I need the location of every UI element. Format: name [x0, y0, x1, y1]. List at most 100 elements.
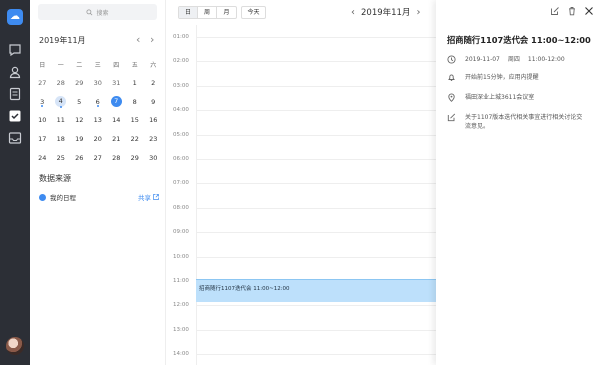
cloud-logo-icon[interactable]: ☁ — [7, 9, 23, 25]
day-number: 6 — [95, 97, 100, 106]
search-icon — [86, 8, 93, 15]
data-source-item[interactable]: 我的日程 共享 — [39, 192, 159, 202]
mini-calendar-day[interactable]: 24 — [33, 154, 52, 162]
notes-icon[interactable] — [8, 87, 22, 101]
mini-calendar-day[interactable]: 23 — [144, 135, 163, 143]
day-number: 26 — [75, 153, 84, 162]
share-button[interactable]: 共享 — [138, 192, 159, 202]
chevron-right-icon[interactable]: › — [150, 33, 154, 46]
edit-icon[interactable] — [550, 6, 560, 16]
mini-calendar-day[interactable]: 8 — [126, 98, 145, 106]
contacts-icon[interactable] — [8, 65, 22, 79]
hour-label: 01:00 — [173, 34, 189, 40]
weekday-label: 日 — [39, 61, 46, 69]
hour-row: 13:00 — [166, 318, 436, 342]
day-number: 15 — [130, 116, 139, 125]
mini-calendar-day[interactable]: 27 — [33, 79, 52, 87]
mini-calendar-title: 2019年11月 — [39, 36, 86, 45]
mini-calendar-day[interactable]: 2 — [144, 79, 163, 87]
hour-gridline — [196, 207, 436, 209]
day-number: 29 — [130, 153, 139, 162]
day-number: 9 — [151, 97, 156, 106]
inbox-icon[interactable] — [8, 131, 22, 145]
mini-calendar-day[interactable]: 30 — [89, 79, 108, 87]
calendar-check-icon[interactable] — [8, 109, 22, 123]
day-number: 25 — [56, 153, 65, 162]
mini-calendar-day[interactable]: 18 — [52, 135, 71, 143]
note-edit-icon — [447, 113, 456, 122]
day-number: 19 — [75, 135, 84, 144]
event-location-row: 福田深业上城3611会议室 — [447, 93, 595, 102]
mini-calendar-day[interactable]: 30 — [144, 154, 163, 162]
prev-period-icon[interactable]: ‹ — [351, 7, 355, 18]
hour-label: 02:00 — [173, 58, 189, 65]
close-icon[interactable] — [584, 6, 594, 16]
avatar[interactable] — [6, 337, 24, 355]
day-number: 3 — [40, 97, 45, 106]
event-note: 关于1107版本迭代相关事宜进行相关讨论交流意见。 — [465, 114, 583, 130]
mini-calendar-day[interactable]: 7 — [107, 96, 126, 108]
mini-calendar-day[interactable]: 25 — [52, 154, 71, 162]
delete-icon[interactable] — [567, 6, 577, 16]
mini-calendar-day[interactable]: 9 — [144, 98, 163, 106]
clock-icon — [447, 55, 456, 64]
mini-calendar-day[interactable]: 10 — [33, 116, 52, 124]
today-button[interactable]: 今天 — [241, 6, 266, 19]
mini-calendar-day[interactable]: 27 — [89, 154, 108, 162]
weekday-label: 二 — [76, 61, 83, 69]
hour-gridline — [196, 85, 436, 87]
search-placeholder: 搜索 — [96, 9, 109, 17]
hour-label: 06:00 — [173, 156, 189, 162]
mini-calendar-day[interactable]: 31 — [107, 79, 126, 87]
day-view-grid[interactable]: 01:00 02:00 03:00 04:00 05:00 06:00 07:00 08:00… — [166, 25, 436, 365]
day-number: 27 — [38, 79, 47, 88]
mini-calendar-day[interactable]: 20 — [89, 135, 108, 143]
mini-calendar-day[interactable]: 21 — [107, 135, 126, 143]
mini-calendar-day[interactable]: 17 — [33, 135, 52, 143]
hour-row: 04:00 — [166, 98, 436, 122]
hour-label: 05:00 — [173, 131, 189, 138]
period-navigator: ‹ 2019年11月 › — [351, 5, 420, 19]
mini-calendar-day[interactable]: 13 — [89, 116, 108, 124]
mini-calendar-day[interactable]: 28 — [52, 79, 71, 87]
mini-calendar-day[interactable]: 11 — [52, 116, 71, 124]
mini-calendar-week: 17 18 19 20 21 22 23 — [33, 130, 163, 149]
share-label: 共享 — [138, 194, 151, 202]
day-number: 28 — [112, 153, 121, 162]
mini-calendar-day[interactable]: 26 — [70, 154, 89, 162]
view-tab[interactable]: 月 — [217, 7, 236, 18]
mini-calendar-day[interactable]: 12 — [70, 116, 89, 124]
hour-row: 09:00 — [166, 220, 436, 244]
hour-row: 05:00 — [166, 123, 436, 147]
mini-calendar-day[interactable]: 22 — [126, 135, 145, 143]
mini-calendar-day[interactable]: 5 — [70, 98, 89, 106]
chevron-left-icon[interactable]: ‹ — [136, 33, 140, 46]
mini-calendar-day[interactable]: 29 — [126, 154, 145, 162]
view-tab[interactable]: 周 — [198, 7, 217, 18]
hour-row: 14:00 — [166, 342, 436, 365]
view-tab[interactable]: 日 — [179, 7, 198, 18]
next-period-icon[interactable]: › — [416, 7, 420, 18]
mini-calendar-day[interactable]: 16 — [144, 116, 163, 124]
mini-calendar-day[interactable]: 29 — [70, 79, 89, 87]
calendar-event[interactable]: 招商随行1107迭代会 11:00~12:00 — [196, 279, 436, 302]
event-title: 招商随行1107迭代会 11:00~12:00 — [447, 35, 591, 45]
mini-calendar-day[interactable]: 1 — [126, 79, 145, 87]
mini-calendar-day[interactable]: 28 — [107, 154, 126, 162]
weekday-label: 三 — [94, 61, 101, 69]
hour-label: 03:00 — [173, 82, 189, 89]
mini-calendar-day[interactable]: 14 — [107, 116, 126, 124]
mini-calendar-day[interactable]: 4 — [52, 96, 71, 109]
mini-calendar-day[interactable]: 15 — [126, 116, 145, 124]
weekday-label: 五 — [131, 61, 138, 69]
mini-calendar-week: 10 11 12 13 14 15 16 — [33, 111, 163, 130]
chat-icon[interactable] — [8, 43, 22, 57]
hour-row: 08:00 — [166, 196, 436, 220]
weekday-label: 一 — [57, 61, 64, 69]
hour-row: 03:00 — [166, 74, 436, 98]
mini-calendar-day[interactable]: 6 — [89, 97, 108, 107]
mini-calendar-day[interactable]: 19 — [70, 135, 89, 143]
mini-calendar-day[interactable]: 3 — [33, 97, 52, 107]
search-input[interactable]: 搜索 — [38, 4, 157, 20]
panel-toolbar — [550, 6, 594, 16]
